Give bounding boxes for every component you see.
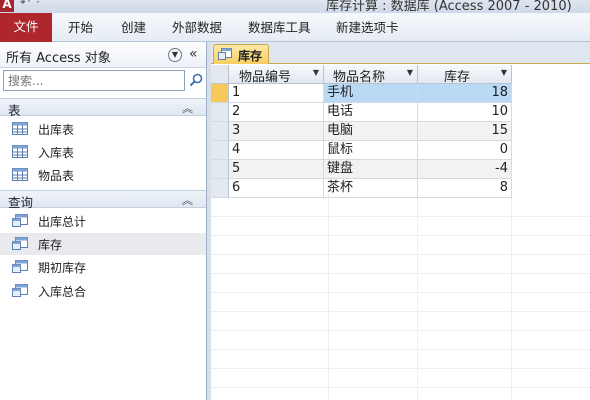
tab-home[interactable]: 开始 [68,18,93,38]
table-icon [12,122,28,135]
nav-header[interactable]: 所有 Access 对象 ▼ « [0,42,206,68]
nav-item-label: 入库总合 [38,285,87,299]
search-icon[interactable] [189,73,203,87]
table-icon [12,145,28,158]
query-icon [12,237,28,250]
cell-item-id[interactable]: 2 [229,103,324,122]
cell-item-id[interactable]: 5 [229,160,324,179]
grid-line [211,235,590,236]
tab-external-data[interactable]: 外部数据 [172,18,222,38]
nav-item-inbound-total-query[interactable]: 入库总合 [0,280,206,302]
qat-separator-icon: · [36,0,40,9]
nav-item-outbound-total-query[interactable]: 出库总计 [0,210,206,232]
query-icon [12,214,28,227]
nav-item-label: 物品表 [38,169,75,183]
cell-stock[interactable]: -4 [418,160,512,179]
undo-icon[interactable]: ↶ [20,0,30,9]
column-header-item-name[interactable]: 物品名称 ▼ [324,65,418,85]
record-selector[interactable] [211,141,229,160]
cell-item-name[interactable]: 茶杯 [324,179,418,198]
cell-item-name[interactable]: 手机 [324,84,418,103]
column-header-stock[interactable]: 库存 ▼ [418,65,512,85]
nav-item-inbound-table[interactable]: 入库表 [0,141,206,163]
document-tab-bar: 库存 [211,42,590,64]
column-header-label: 物品编号 [239,70,292,85]
nav-item-stock-query[interactable]: 库存 [0,233,206,255]
sort-dropdown-icon[interactable]: ▼ [313,68,319,77]
cell-item-id[interactable]: 4 [229,141,324,160]
cell-item-name[interactable]: 电话 [324,103,418,122]
tab-file[interactable]: 文件 [0,13,52,42]
table-icon [12,168,28,181]
sort-dropdown-icon[interactable]: ▼ [407,68,413,77]
select-all-corner[interactable] [211,65,229,84]
nav-item-label: 入库表 [38,146,75,160]
title-bar: A ↶ · 库存计算 : 数据库 (Access 2007 - 2010) [0,0,590,13]
datasheet-grid: 物品编号 ▼ 物品名称 ▼ 库存 ▼ 1 手机 18 2 电话 10 3 电脑 [211,65,590,400]
column-header-label: 物品名称 [333,70,386,85]
document-tab-stock[interactable]: 库存 [213,44,269,64]
tab-database-tools[interactable]: 数据库工具 [248,18,311,38]
window-title: 库存计算 : 数据库 (Access 2007 - 2010) [326,0,572,13]
chevron-up-double-icon[interactable]: ︽ [182,192,193,208]
grid-line [211,254,590,255]
cell-item-id[interactable]: 1 [229,84,324,103]
cell-stock[interactable]: 15 [418,122,512,141]
access-app-icon[interactable]: A [0,0,14,12]
cell-stock[interactable]: 8 [418,179,512,198]
cell-item-id[interactable]: 6 [229,179,324,198]
cell-item-id[interactable]: 3 [229,122,324,141]
document-tab-label: 库存 [238,49,263,63]
group-label-tables: 表 [8,103,21,118]
record-selector[interactable] [211,122,229,141]
sort-dropdown-icon[interactable]: ▼ [501,68,507,77]
navigation-pane: 所有 Access 对象 ▼ « 表 ︽ 出库表 入库表 物品表 查询 ︽ 出库… [0,42,207,400]
nav-item-items-table[interactable]: 物品表 [0,164,206,186]
query-icon [12,260,28,273]
column-header-item-id[interactable]: 物品编号 ▼ [229,65,324,85]
ribbon-tabs: 文件 开始 创建 外部数据 数据库工具 新建选项卡 [0,13,590,42]
column-header-label: 库存 [444,70,471,85]
quick-access-toolbar: ↶ · [20,0,40,9]
grid-line [211,292,590,293]
grid-line [211,273,590,274]
cell-stock[interactable]: 18 [418,84,512,103]
nav-item-outbound-table[interactable]: 出库表 [0,118,206,140]
query-icon [12,284,28,297]
grid-line [211,311,590,312]
nav-title: 所有 Access 对象 [6,51,111,66]
nav-search [0,70,207,92]
group-header-queries[interactable]: 查询 ︽ [0,190,206,210]
cell-item-name[interactable]: 鼠标 [324,141,418,160]
query-icon [218,48,232,60]
search-input[interactable] [3,70,185,91]
record-selector[interactable] [211,179,229,198]
grid-line [211,387,590,388]
grid-line [211,349,590,350]
group-header-tables[interactable]: 表 ︽ [0,98,206,118]
nav-item-label: 期初库存 [38,261,87,275]
record-selector[interactable] [211,84,229,103]
grid-line [211,216,590,217]
chevron-up-double-icon[interactable]: ︽ [182,100,193,116]
nav-item-opening-stock-query[interactable]: 期初库存 [0,256,206,278]
grid-line [211,330,590,331]
tab-create[interactable]: 创建 [121,18,146,38]
record-selector[interactable] [211,103,229,122]
chevron-down-circle-icon[interactable]: ▼ [168,48,182,62]
nav-item-label: 出库总计 [38,215,87,229]
cell-item-name[interactable]: 键盘 [324,160,418,179]
grid-line [211,368,590,369]
double-chevron-left-icon[interactable]: « [189,46,198,62]
document-area: 库存 物品编号 ▼ 物品名称 ▼ 库存 ▼ 1 手机 18 2 电话 10 3 … [211,42,590,400]
tab-new-tab[interactable]: 新建选项卡 [336,18,399,38]
group-label-queries: 查询 [8,195,34,210]
nav-item-label: 出库表 [38,123,75,137]
cell-stock[interactable]: 10 [418,103,512,122]
nav-item-label: 库存 [38,238,63,252]
cell-item-name[interactable]: 电脑 [324,122,418,141]
record-selector[interactable] [211,160,229,179]
cell-stock[interactable]: 0 [418,141,512,160]
